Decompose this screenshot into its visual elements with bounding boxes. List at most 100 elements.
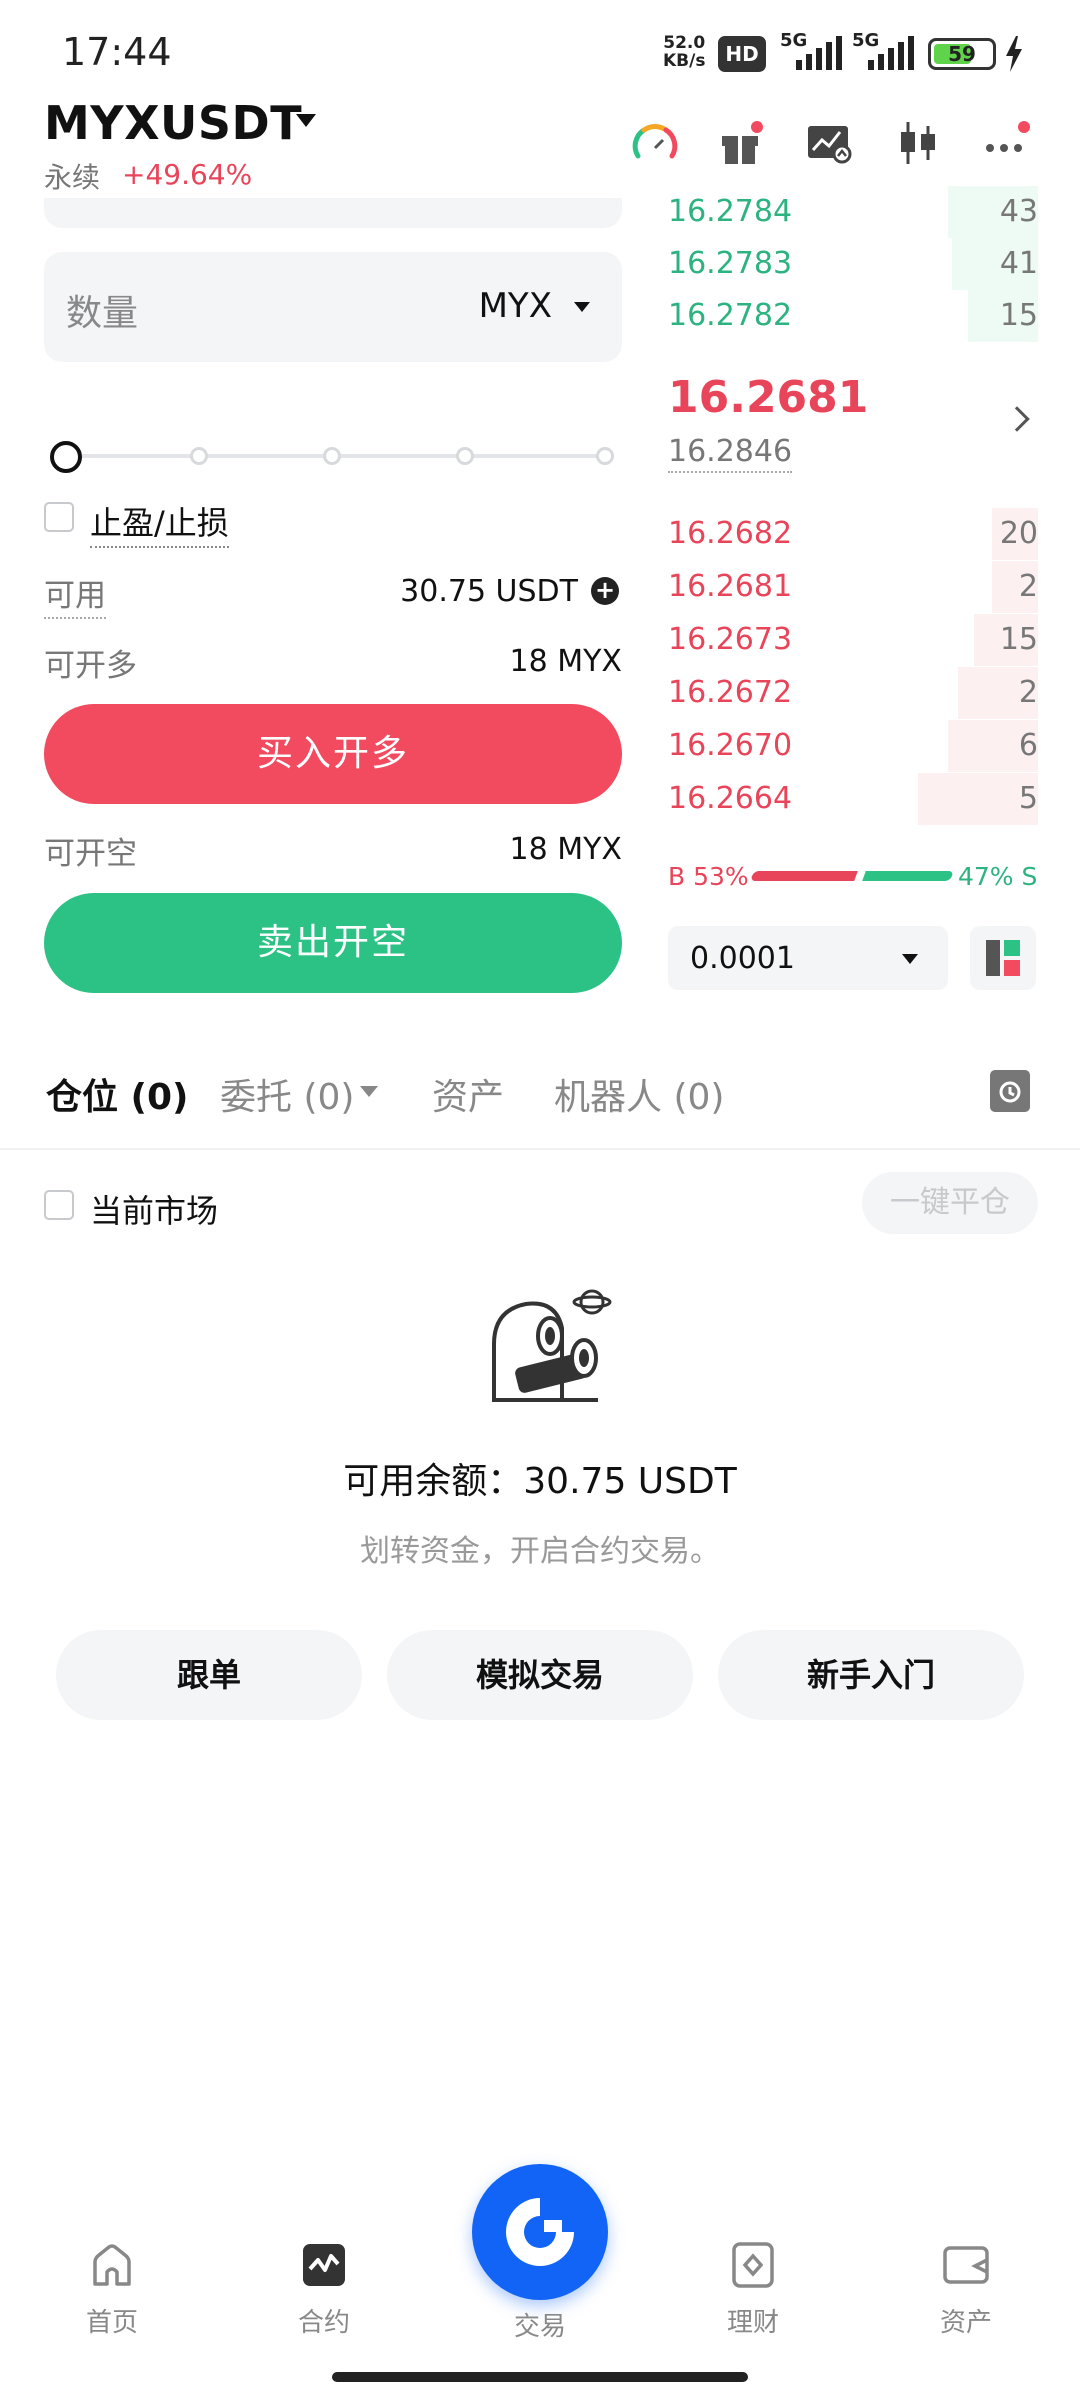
ask-row[interactable]: 16.2784 43 [668,186,1038,238]
nav-assets-label: 资产 [939,2308,992,2338]
sell-short-button[interactable]: 卖出开空 [44,893,622,993]
mark-price[interactable]: 16.2846 [668,434,793,473]
chevron-down-icon [902,954,918,964]
bid-qty: 2 [1018,569,1038,604]
buy-ratio-bar [750,871,858,881]
quantity-placeholder: 数量 [66,293,139,334]
demo-trading-button[interactable]: 模拟交易 [387,1630,693,1720]
hd-badge: HD [718,36,766,72]
beginner-guide-button[interactable]: 新手入门 [718,1630,1024,1720]
battery-level: 59 [948,42,976,66]
price-field-partial[interactable] [44,198,622,228]
futures-icon [303,2244,345,2286]
available-balance: 可用余额：30.75 USDT [343,1461,737,1502]
copy-trade-button[interactable]: 跟单 [56,1630,362,1720]
max-long-value: 18 MYX [509,644,622,679]
slider-stop[interactable] [456,447,474,465]
more-icon[interactable] [982,118,1032,168]
candlestick-icon[interactable] [894,118,944,168]
network-speed-value: 52.0 [663,33,706,53]
bid-row[interactable]: 16.2672 2 [668,667,1038,719]
bid-price: 16.2664 [668,781,793,816]
buy-long-button[interactable]: 买入开多 [44,704,622,804]
nav-trade-button[interactable] [472,2164,608,2300]
slider-stop[interactable] [323,447,341,465]
bid-row[interactable]: 16.2664 5 [668,773,1038,825]
home-icon [93,2244,131,2286]
transfer-plus-icon[interactable]: + [591,577,619,605]
chevron-right-icon[interactable] [1004,406,1030,432]
pair-title[interactable]: MYXUSDT [44,96,302,150]
cellular-signal-icon [868,36,914,70]
sell-ratio: 47% S [958,862,1038,891]
tab-assets[interactable]: 资产 [432,1068,504,1120]
transfer-hint: 划转资金，开启合约交易。 [360,1534,720,1569]
sentiment-gauge-icon[interactable] [630,118,680,168]
ask-price: 16.2783 [668,246,793,281]
tp-sl-label[interactable]: 止盈/止损 [90,498,229,548]
tab-bots[interactable]: 机器人 (0) [554,1068,724,1120]
pair-dropdown-icon[interactable] [296,114,316,127]
nav-futures[interactable]: 合约 [249,2240,399,2339]
ask-row[interactable]: 16.2782 15 [668,290,1038,342]
tab-orders[interactable]: 委托 (0) [220,1068,354,1120]
nav-futures-label: 合约 [297,2308,350,2338]
ask-price: 16.2784 [668,194,793,229]
earn-icon [732,2242,774,2288]
close-all-button[interactable]: 一键平仓 [862,1172,1038,1234]
bid-qty: 15 [999,622,1038,657]
nav-earn[interactable]: 理财 [678,2240,828,2339]
status-time: 17:44 [62,30,172,74]
slider-stop[interactable] [596,447,614,465]
history-document-icon[interactable] [990,1070,1030,1112]
tp-sl-checkbox[interactable] [44,502,74,532]
bid-qty: 6 [1018,728,1038,763]
tabs-divider [0,1148,1080,1150]
bid-row[interactable]: 16.2670 6 [668,720,1038,772]
bid-row[interactable]: 16.2673 15 [668,614,1038,666]
bid-row[interactable]: 16.2682 20 [668,508,1038,560]
ask-price: 16.2782 [668,298,793,333]
cellular-signal-icon [796,36,842,70]
last-price: 16.2681 [668,372,869,423]
price-change: +49.64% [122,158,253,191]
battery-icon: 59 [928,38,996,70]
network-speed: 52.0 KB/s [663,34,705,70]
charging-icon [1006,36,1022,72]
empty-state-binoculars-icon [492,1289,612,1402]
orders-dropdown-icon[interactable] [360,1086,378,1097]
current-market-label[interactable]: 当前市场 [90,1186,218,1232]
nav-home-label: 首页 [85,2308,138,2338]
available-label: 可用 [44,570,106,619]
available-value: 30.75 USDT [400,574,578,609]
orderbook-layout-button[interactable] [970,926,1036,990]
bid-price: 16.2670 [668,728,793,763]
bid-price: 16.2672 [668,675,793,710]
max-long-label: 可开多 [44,648,137,684]
slider-handle[interactable] [50,441,82,473]
quantity-field[interactable]: 数量 MYX [44,252,622,362]
bid-qty: 5 [1018,781,1038,816]
unit-dropdown-icon[interactable] [574,302,590,312]
precision-select[interactable]: 0.0001 [668,926,948,990]
layout-icon [986,940,1020,976]
network-speed-unit: KB/s [663,51,706,71]
bid-row[interactable]: 16.2681 2 [668,561,1038,613]
contract-type: 永续 [44,161,101,194]
chart-share-icon[interactable] [804,118,854,168]
ask-row[interactable]: 16.2783 41 [668,238,1038,290]
bid-price: 16.2682 [668,516,793,551]
nav-home[interactable]: 首页 [37,2240,187,2339]
current-market-checkbox[interactable] [44,1190,74,1220]
max-short-value: 18 MYX [509,832,622,867]
gift-icon[interactable] [716,118,766,168]
max-short-label: 可开空 [44,836,137,872]
trade-logo-icon [506,2198,574,2266]
tab-positions[interactable]: 仓位 (0) [46,1068,189,1120]
nav-earn-label: 理财 [726,2308,779,2338]
slider-stop[interactable] [190,447,208,465]
nav-assets[interactable]: 资产 [891,2240,1041,2339]
sell-ratio-bar [862,871,954,881]
quantity-unit-selector[interactable]: MYX [479,286,552,326]
home-indicator[interactable] [332,2372,748,2382]
